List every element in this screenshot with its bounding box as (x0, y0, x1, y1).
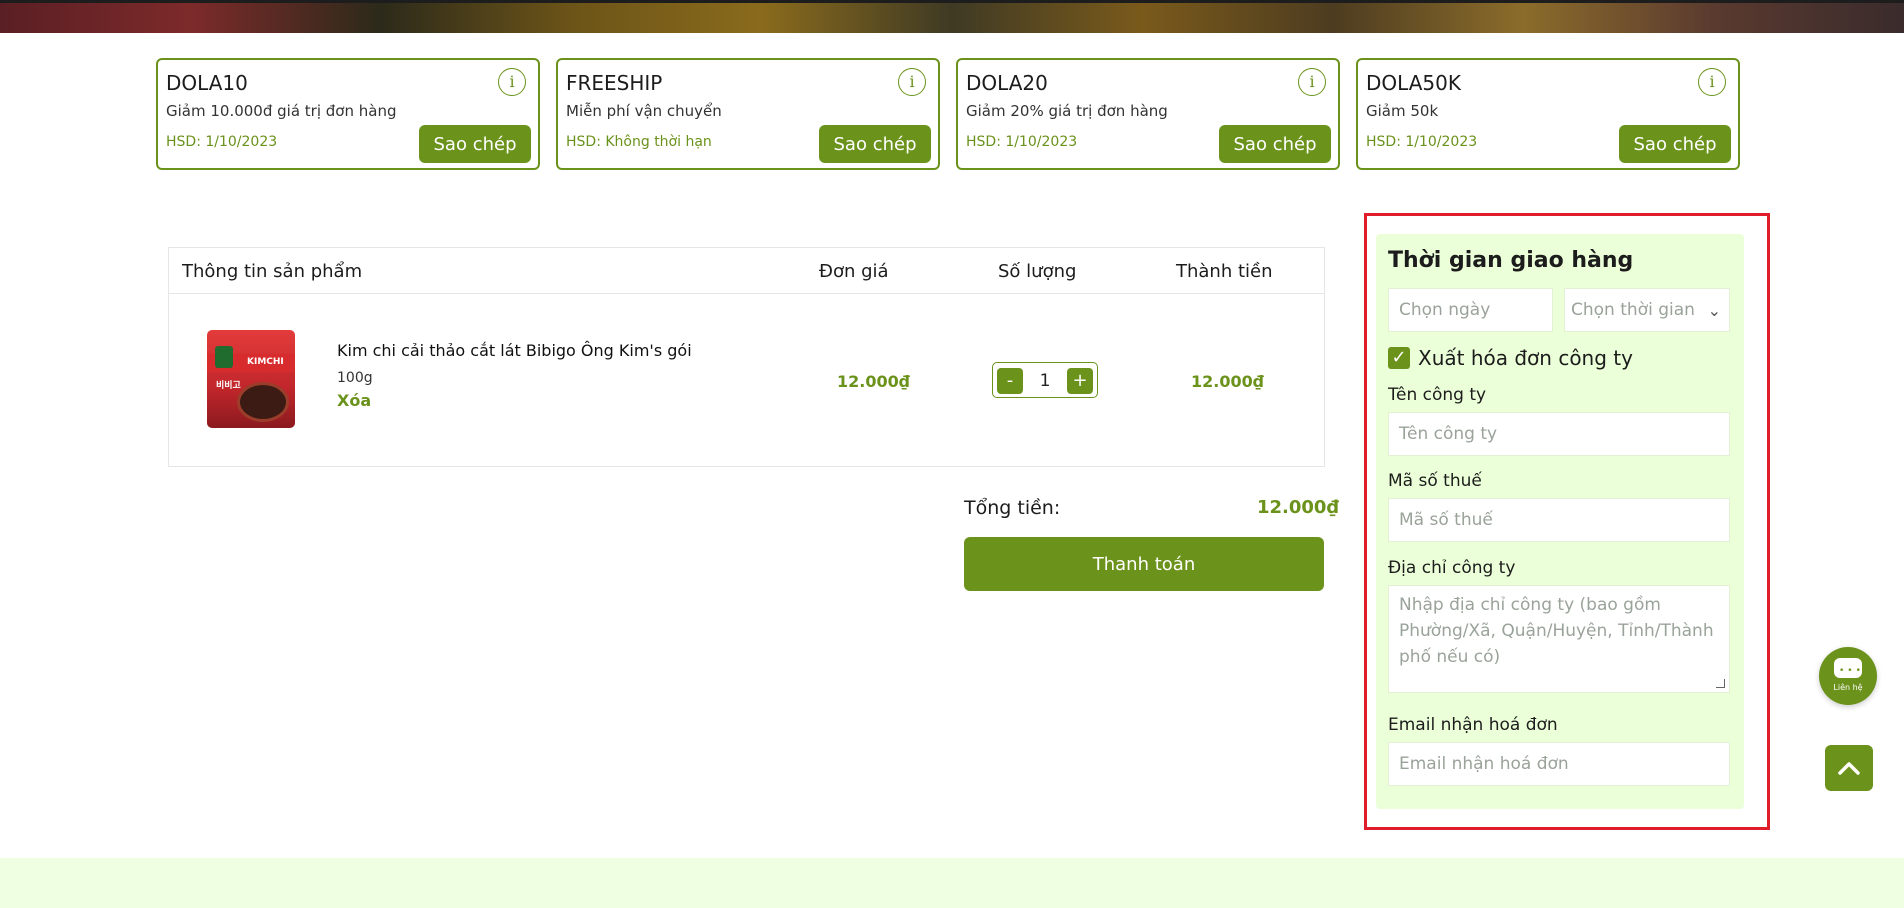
coupon-description: Giảm 50k (1366, 102, 1439, 120)
time-placeholder: Chọn thời gian (1571, 300, 1695, 320)
coupon-expiry: HSD: 1/10/2023 (1366, 134, 1478, 150)
coupon-code: DOLA50K (1366, 71, 1461, 95)
product-name-link[interactable]: Kim chi cải thảo cắt lát Bibigo Ông Kim'… (337, 341, 692, 360)
coupon-expiry: HSD: 1/10/2023 (166, 134, 278, 150)
info-icon[interactable]: i (1298, 68, 1326, 96)
line-total: 12.000₫ (1191, 372, 1264, 391)
company-name-input[interactable]: Tên công ty (1388, 412, 1730, 456)
kimchi-package-image[interactable]: KIMCHI 비비고 (207, 330, 295, 428)
company-address-label: Địa chỉ công ty (1388, 558, 1516, 578)
invoice-checkbox[interactable]: ✓ (1388, 347, 1410, 369)
package-label-korean: 비비고 (216, 381, 241, 391)
tax-code-label: Mã số thuế (1388, 471, 1482, 491)
company-address-textarea[interactable]: Nhập địa chỉ công ty (bao gồm Phường/Xã,… (1388, 585, 1730, 693)
header-unit-price: Đơn giá (819, 261, 889, 282)
copy-coupon-button[interactable]: Sao chép (819, 125, 931, 163)
unit-price: 12.000₫ (837, 372, 910, 391)
footer-band (0, 858, 1904, 908)
chevron-down-icon: ⌄ (1707, 301, 1721, 320)
package-label: KIMCHI (247, 357, 284, 367)
copy-coupon-button[interactable]: Sao chép (1619, 125, 1731, 163)
info-icon[interactable]: i (498, 68, 526, 96)
brand-logo-icon (215, 346, 233, 368)
coupon-expiry: HSD: Không thời hạn (566, 134, 712, 150)
contact-label: Liên hệ (1833, 683, 1863, 692)
total-value: 12.000₫ (1257, 497, 1339, 518)
quantity-decrease-button[interactable]: - (997, 368, 1023, 394)
company-name-placeholder: Tên công ty (1399, 424, 1498, 444)
cart-table-header: Thông tin sản phẩm Đơn giá Số lượng Thàn… (169, 248, 1324, 294)
header-line-total: Thành tiền (1176, 261, 1273, 282)
cart-table: Thông tin sản phẩm Đơn giá Số lượng Thàn… (168, 247, 1325, 467)
tax-code-placeholder: Mã số thuế (1399, 510, 1493, 530)
header-quantity: Số lượng (998, 261, 1077, 282)
copy-coupon-button[interactable]: Sao chép (419, 125, 531, 163)
tax-code-input[interactable]: Mã số thuế (1388, 498, 1730, 542)
delivery-title: Thời gian giao hàng (1388, 248, 1634, 273)
coupon-card: FREESHIP Miễn phí vận chuyển HSD: Không … (556, 58, 940, 170)
invoice-email-input[interactable]: Email nhận hoá đơn (1388, 742, 1730, 786)
coupon-description: Miễn phí vận chuyển (566, 102, 722, 120)
invoice-checkbox-label[interactable]: Xuất hóa đơn công ty (1418, 346, 1633, 370)
quantity-input[interactable] (1028, 368, 1062, 394)
invoice-email-placeholder: Email nhận hoá đơn (1399, 754, 1569, 774)
coupon-code: DOLA20 (966, 71, 1048, 95)
coupon-code: DOLA10 (166, 71, 248, 95)
coupon-card: DOLA10 Giảm 10.000đ giá trị đơn hàng HSD… (156, 58, 540, 170)
coupon-description: Giảm 10.000đ giá trị đơn hàng (166, 102, 397, 120)
delivery-panel: Thời gian giao hàng Chọn ngày Chọn thời … (1376, 234, 1744, 809)
delivery-time-select[interactable]: Chọn thời gian ⌄ (1564, 288, 1730, 332)
coupon-card: DOLA50K Giảm 50k HSD: 1/10/2023 i Sao ch… (1356, 58, 1740, 170)
product-variant: 100g (337, 370, 373, 386)
date-placeholder: Chọn ngày (1399, 300, 1491, 320)
hero-banner-strip (0, 0, 1904, 33)
copy-coupon-button[interactable]: Sao chép (1219, 125, 1331, 163)
remove-item-link[interactable]: Xóa (337, 391, 371, 410)
info-icon[interactable]: i (898, 68, 926, 96)
delivery-date-input[interactable]: Chọn ngày (1388, 288, 1553, 332)
header-product: Thông tin sản phẩm (182, 261, 363, 282)
resize-handle[interactable] (1716, 679, 1725, 688)
coupon-card: DOLA20 Giảm 20% giá trị đơn hàng HSD: 1/… (956, 58, 1340, 170)
total-label: Tổng tiền: (964, 497, 1061, 519)
back-to-top-button[interactable] (1825, 745, 1873, 791)
checkout-button[interactable]: Thanh toán (964, 537, 1324, 591)
coupon-code: FREESHIP (566, 71, 663, 95)
contact-chat-button[interactable]: ••• Liên hệ (1819, 647, 1877, 705)
quantity-stepper: - + (992, 362, 1098, 398)
coupon-expiry: HSD: 1/10/2023 (966, 134, 1078, 150)
kimchi-bowl-illustration (237, 382, 289, 422)
chat-dots: ••• (1839, 666, 1864, 676)
coupon-description: Giảm 20% giá trị đơn hàng (966, 102, 1168, 120)
info-icon[interactable]: i (1698, 68, 1726, 96)
company-address-placeholder: Nhập địa chỉ công ty (bao gồm Phường/Xã,… (1399, 595, 1714, 667)
quantity-increase-button[interactable]: + (1067, 368, 1093, 394)
invoice-email-label: Email nhận hoá đơn (1388, 715, 1558, 735)
company-name-label: Tên công ty (1388, 385, 1487, 405)
chevron-up-icon (1838, 762, 1860, 775)
